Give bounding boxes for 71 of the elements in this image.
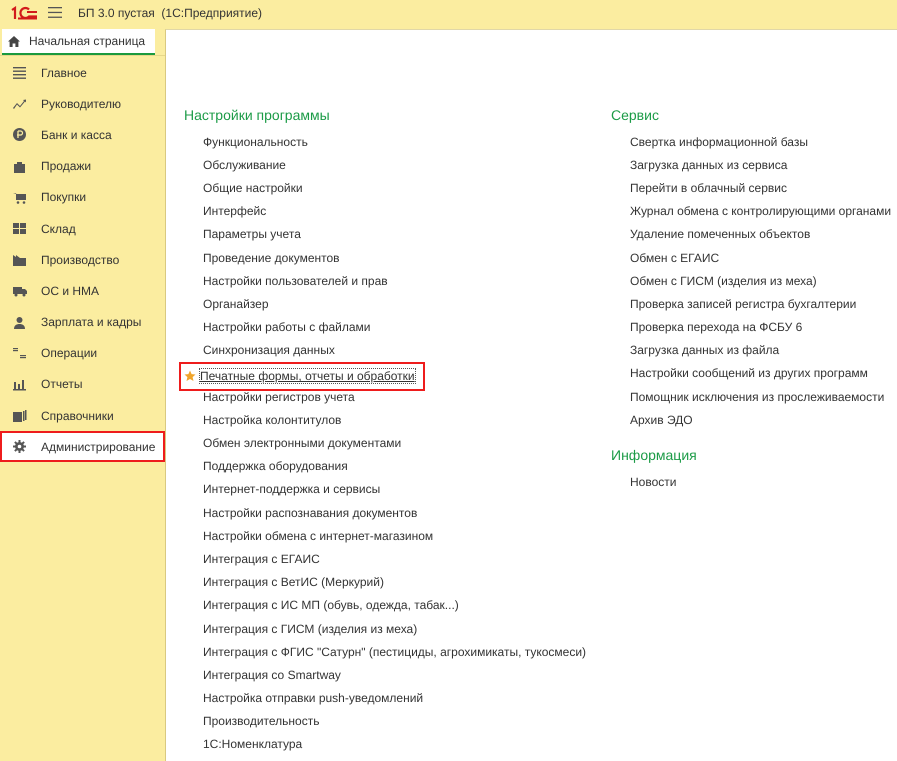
- settings-link[interactable]: Перейти в облачный сервис: [630, 180, 787, 195]
- settings-link[interactable]: Удаление помеченных объектов: [630, 227, 810, 242]
- settings-link[interactable]: Настройка колонтитулов: [203, 412, 342, 427]
- section-icon: [12, 127, 27, 142]
- sidebar-item[interactable]: Производство: [0, 244, 165, 276]
- settings-link[interactable]: Загрузка данных из файла: [630, 343, 780, 358]
- sidebar-item[interactable]: ОС и НМА: [0, 275, 165, 306]
- sidebar-item[interactable]: Администрирование: [0, 431, 165, 462]
- settings-link[interactable]: Функциональность: [203, 134, 308, 149]
- settings-link[interactable]: Архив ЭДО: [630, 412, 693, 427]
- settings-link[interactable]: Органайзер: [203, 296, 269, 311]
- section-icon: [12, 221, 27, 236]
- section-icon: [12, 252, 27, 268]
- settings-link[interactable]: Синхронизация данных: [203, 343, 335, 358]
- settings-link[interactable]: Журнал обмена с контролирующими органами: [630, 204, 892, 218]
- logo-icon: [10, 6, 38, 20]
- section-icon: [12, 65, 27, 80]
- home-tab[interactable]: Начальная страница: [2, 29, 156, 55]
- section-title: Сервис: [611, 106, 659, 125]
- section-icon: [12, 439, 27, 454]
- settings-link[interactable]: Новости: [630, 475, 676, 490]
- settings-link[interactable]: Поддержка оборудования: [203, 459, 348, 474]
- settings-link[interactable]: Свертка информационной базы: [630, 134, 808, 149]
- settings-link[interactable]: Помощник исключения из прослеживаемости: [630, 390, 884, 404]
- settings-link[interactable]: Параметры учета: [203, 227, 301, 242]
- settings-link[interactable]: Настройки регистров учета: [203, 390, 355, 404]
- settings-link[interactable]: Проверка записей регистра бухгалтерии: [630, 296, 856, 311]
- sidebar-item[interactable]: Операции: [0, 338, 165, 369]
- settings-link[interactable]: Интеграция с ЕГАИС: [203, 552, 320, 566]
- settings-link[interactable]: Настройки пользователей и прав: [203, 274, 388, 288]
- sidebar-item[interactable]: Руководителю: [0, 88, 165, 120]
- settings-link[interactable]: Производительность: [203, 714, 320, 728]
- section-icon: [12, 314, 27, 330]
- sidebar-item[interactable]: Отчеты: [0, 368, 165, 400]
- settings-link[interactable]: Обмен с ЕГАИС: [630, 250, 720, 265]
- section-icon: [12, 408, 27, 424]
- sidebar-item[interactable]: Покупки: [0, 182, 165, 213]
- sidebar-item[interactable]: Справочники: [0, 400, 165, 432]
- window-title: БП 3.0 пустая (1С:Предприятие): [78, 6, 262, 20]
- settings-link[interactable]: Интеграция со Smartway: [203, 668, 341, 682]
- settings-link[interactable]: Настройка отправки push-уведомлений: [203, 691, 424, 706]
- section-title: Настройки программы: [184, 106, 330, 125]
- settings-link[interactable]: Обслуживание: [203, 158, 286, 172]
- sidebar-item[interactable]: Банк и касса: [0, 119, 165, 151]
- sidebar-item[interactable]: Склад: [0, 212, 165, 244]
- sidebar-item[interactable]: Зарплата и кадры: [0, 306, 165, 338]
- star-icon: [184, 370, 196, 382]
- settings-link[interactable]: Интерфейс: [203, 204, 266, 218]
- section-icon: [12, 346, 27, 361]
- settings-link[interactable]: Общие настройки: [203, 180, 303, 195]
- settings-link[interactable]: Проверка перехода на ФСБУ 6: [630, 320, 802, 334]
- settings-link[interactable]: Настройки распознавания документов: [203, 506, 418, 520]
- section-title: Информация: [611, 446, 697, 466]
- settings-link[interactable]: Настройки обмена с интернет-магазином: [203, 528, 434, 543]
- settings-link[interactable]: Настройки работы с файлами: [203, 320, 370, 334]
- settings-link[interactable]: Интеграция с ФГИС "Сатурн" (пестициды, агрохимикаты, тукосмеси): [203, 644, 586, 659]
- settings-link[interactable]: Интеграция с ГИСМ (изделия из меха): [203, 622, 418, 636]
- settings-link[interactable]: Обмен электронными документами: [203, 436, 402, 450]
- home-icon: [8, 36, 20, 46]
- settings-link[interactable]: Печатные формы, отчеты и обработки: [200, 369, 415, 384]
- settings-link[interactable]: 1С:Номенклатура: [203, 737, 302, 752]
- menu-icon[interactable]: [48, 7, 62, 18]
- settings-link[interactable]: Интернет-поддержка и сервисы: [203, 482, 380, 496]
- sidebar-item[interactable]: Продажи: [0, 150, 165, 182]
- settings-link[interactable]: Обмен с ГИСМ (изделия из меха): [630, 274, 817, 288]
- settings-link[interactable]: Интеграция с ИС МП (обувь, одежда, табак...): [203, 598, 459, 612]
- settings-link[interactable]: Настройки сообщений из других программ: [630, 366, 868, 380]
- settings-link[interactable]: Проведение документов: [203, 250, 340, 265]
- sidebar-item[interactable]: Главное: [0, 57, 165, 88]
- settings-link[interactable]: Интеграция с ВетИС (Меркурий): [203, 575, 384, 590]
- settings-link[interactable]: Загрузка данных из сервиса: [630, 158, 788, 172]
